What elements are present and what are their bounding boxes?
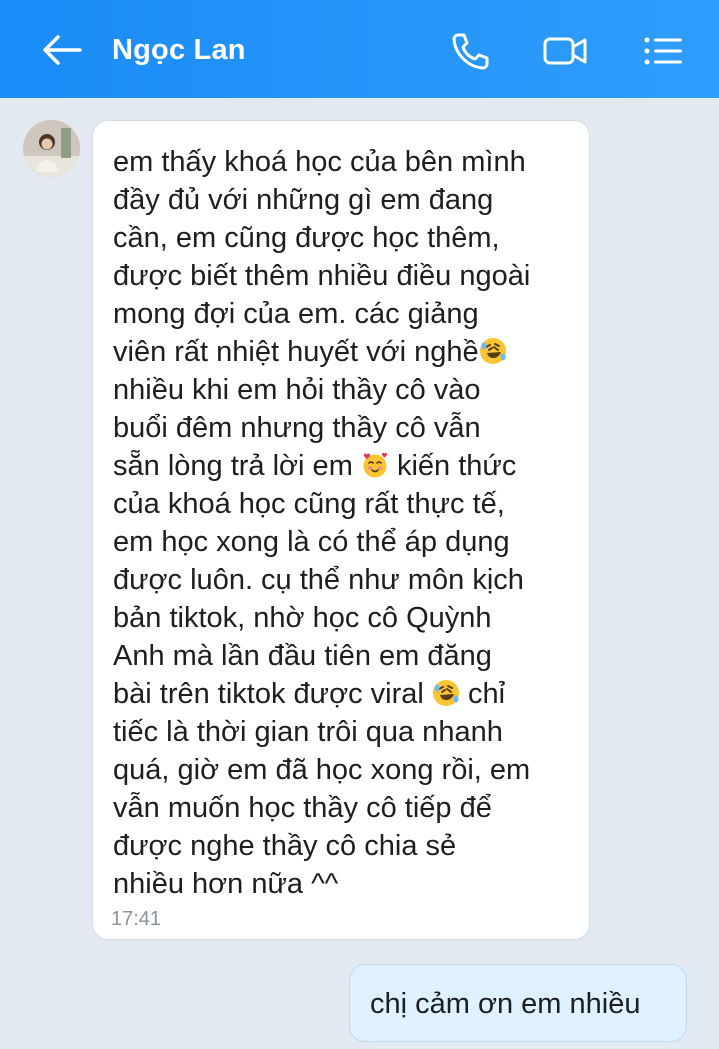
message-line: tiếc là thời gian trôi qua nhanh	[113, 716, 503, 748]
message-line: cần, em cũng được học thêm,	[113, 222, 500, 254]
message-line: của khoá học cũng rất thực tế,	[113, 488, 505, 520]
avatar-photo-icon	[23, 120, 80, 177]
back-arrow-icon[interactable]	[38, 30, 86, 70]
message-line: nhiều hơn nữa ^^	[113, 868, 339, 900]
smiling-hearts-emoji-icon	[363, 452, 387, 478]
message-line-with-emoji: bài trên tiktok được viral chỉ	[113, 675, 583, 713]
message-line: được biết thêm nhiều điều ngoài	[113, 260, 531, 292]
message-line: mong đợi của em. các giảng	[113, 298, 479, 330]
message-line: đầy đủ với những gì em đang	[113, 184, 494, 216]
message-line-text: viên rất nhiệt huyết với nghề	[113, 336, 479, 368]
incoming-message-text: em thấy khoá học của bên mình đầy đủ với…	[113, 143, 583, 903]
message-line: quá, giờ em đã học xong rồi, em	[113, 754, 531, 786]
message-line-text: bài trên tiktok được viral	[113, 678, 424, 710]
chat-area[interactable]: em thấy khoá học của bên mình đầy đủ với…	[0, 98, 719, 1049]
video-call-icon[interactable]	[542, 28, 588, 74]
contact-avatar[interactable]	[23, 120, 80, 177]
message-line: nhiều khi em hỏi thầy cô vào	[113, 374, 481, 406]
message-timestamp: 17:41	[111, 908, 162, 930]
incoming-message-bubble[interactable]: em thấy khoá học của bên mình đầy đủ với…	[92, 120, 590, 940]
message-line-text: chỉ	[467, 678, 506, 710]
message-line: em học xong là có thể áp dụng	[113, 526, 510, 558]
message-line: được nghe thầy cô chia sẻ	[113, 830, 457, 862]
phone-icon[interactable]	[448, 28, 494, 74]
message-line: được luôn. cụ thể như môn kịch	[113, 564, 524, 596]
message-line: Anh mà lần đầu tiên em đăng	[113, 640, 492, 672]
menu-list-icon[interactable]	[640, 28, 686, 74]
message-line-with-emoji: viên rất nhiệt huyết với nghề	[113, 333, 583, 371]
message-line: bản tiktok, nhờ học cô Quỳnh	[113, 602, 492, 634]
message-line-text: sẵn lòng trả lời em	[113, 450, 353, 482]
message-line: vẫn muốn học thầy cô tiếp để	[113, 792, 492, 824]
message-line-with-emoji: sẵn lòng trả lời em kiến thức	[113, 447, 583, 485]
rofl-emoji-icon	[432, 680, 459, 706]
outgoing-message-bubble[interactable]: chị cảm ơn em nhiều	[349, 964, 687, 1042]
chat-header: Ngọc Lan	[0, 0, 719, 98]
message-line: buổi đêm nhưng thầy cô vẫn	[113, 412, 481, 444]
contact-name[interactable]: Ngọc Lan	[112, 30, 246, 70]
message-line-text: kiến thức	[396, 450, 517, 482]
rofl-emoji-icon	[479, 338, 506, 364]
message-line: em thấy khoá học của bên mình	[113, 146, 526, 178]
outgoing-message-text: chị cảm ơn em nhiều	[370, 988, 641, 1020]
